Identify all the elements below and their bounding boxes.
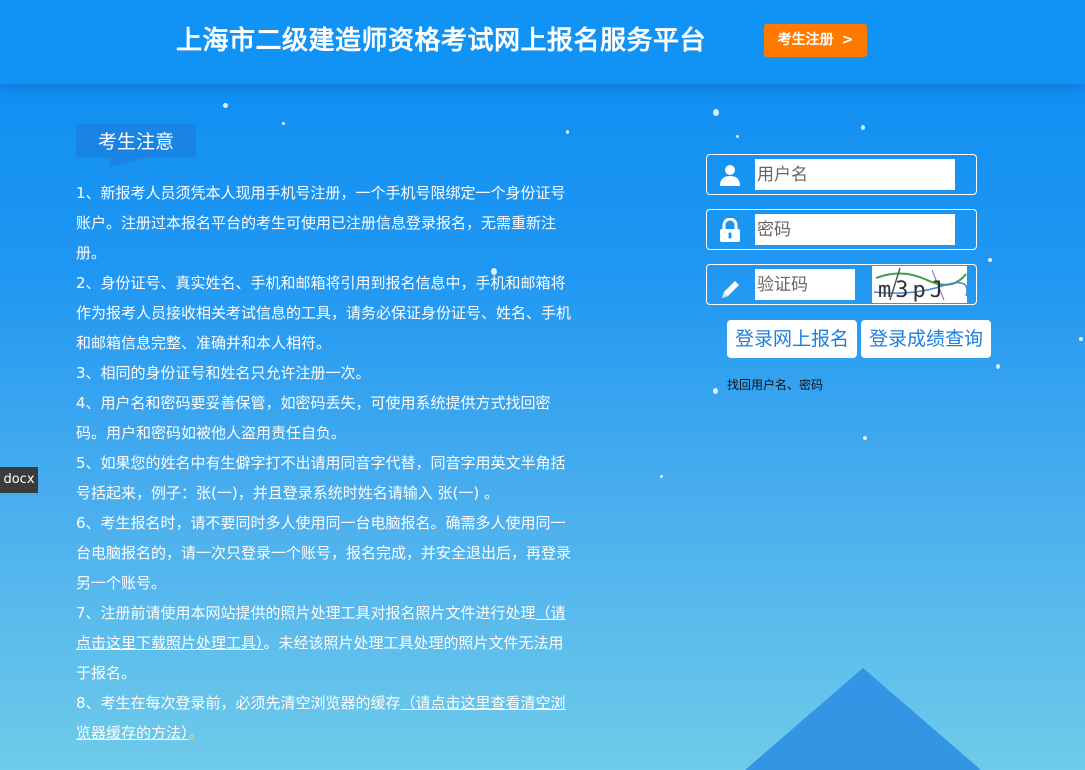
snow-dot [223,103,228,108]
notice-item: 6、考生报名时，请不要同时多人使用同一台电脑报名。确需多人使用同一台电脑报名的，… [76,514,572,592]
pencil-icon [722,281,739,298]
username-input[interactable] [755,159,955,190]
site-title: 上海市二级建造师资格考试网上报名服务平台 [176,26,707,56]
register-button[interactable]: 考生注册 > [764,24,867,57]
snow-dot [1079,337,1083,341]
snow-dot [988,258,992,262]
username-field [706,154,977,195]
snow-dot [660,475,663,478]
snow-dot [282,122,285,125]
login-score-button[interactable]: 登录成绩查询 [861,320,991,358]
docx-side-tag[interactable]: docx [0,467,38,493]
login-register-button[interactable]: 登录网上报名 [727,320,857,358]
captcha-image[interactable]: m3pJ [872,266,968,303]
lock-icon [720,218,740,242]
notice-item-text: 8、考生在每次登录前，必须先清空浏览器的缓存 [76,694,401,712]
snow-dot [713,109,719,116]
password-input[interactable] [755,214,955,245]
header-bar: 上海市二级建造师资格考试网上报名服务平台 考生注册 > [0,0,1085,84]
notice-title: 考生注意 [76,124,196,167]
notice-item: 3、相同的身份证号和姓名只允许注册一次。 [76,364,371,382]
snow-dot [861,125,865,130]
notice-item: 1、新报考人员须凭本人现用手机号注册，一个手机号限绑定一个身份证号账户。注册过本… [76,184,566,262]
notice-item: 2、身份证号、真实姓名、手机和邮箱将引用到报名信息中，手机和邮箱将作为报考人员接… [76,274,572,352]
notice-item: 8、考生在每次登录前，必须先清空浏览器的缓存（请点击这里查看清空浏览器缓存的方法… [76,688,576,748]
user-icon [720,165,740,186]
notice-item-text: 。 [188,724,204,742]
decorative-triangle [745,668,981,770]
password-field [706,209,977,250]
notice-item: 4、用户名和密码要妥善保管，如密码丢失，可使用系统提供方式找回密码。用户和密码如… [76,394,551,442]
captcha-text: m3pJ [878,278,947,303]
register-button-label: 考生注册 [777,32,834,48]
snow-dot [713,388,718,394]
snow-dot [736,135,739,138]
snow-dot [996,364,1000,369]
chevron-right-icon: > [841,32,854,48]
captcha-graphic: m3pJ [873,267,968,303]
snow-dot [863,436,867,440]
notice-item: 5、如果您的姓名中有生僻字打不出请用同音字代替，同音字用英文半角括号括起来，例子… [76,454,566,502]
captcha-field: m3pJ [706,264,977,305]
notice-list: 1、新报考人员须凭本人现用手机号注册，一个手机号限绑定一个身份证号账户。注册过本… [76,178,576,748]
captcha-input[interactable] [755,269,855,300]
notice-item-text: 7、注册前请使用本网站提供的照片处理工具对报名照片文件进行处理 [76,604,536,622]
notice-item: 7、注册前请使用本网站提供的照片处理工具对报名照片文件进行处理（请点击这里下载照… [76,598,576,688]
snow-dot [566,130,569,134]
find-account-link[interactable]: 找回用户名、密码 [727,376,823,393]
